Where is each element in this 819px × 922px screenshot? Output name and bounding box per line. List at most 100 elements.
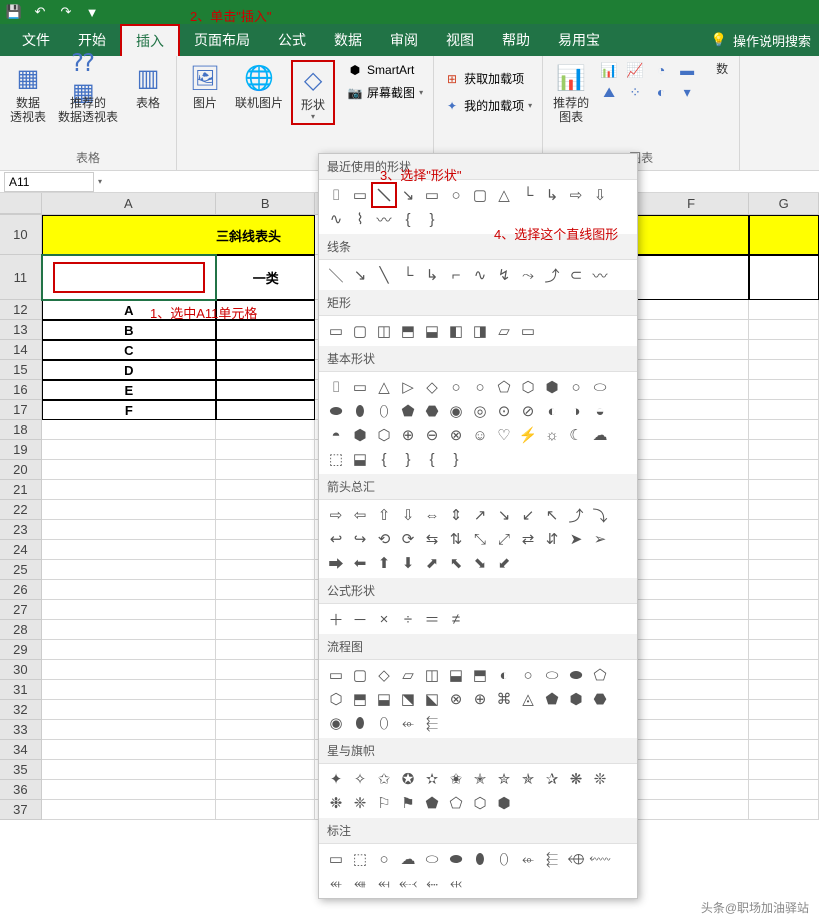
shape-item[interactable]: ▢: [349, 320, 371, 342]
smartart-button[interactable]: ⬢SmartArt: [343, 60, 427, 80]
tab-insert[interactable]: 插入: [120, 24, 180, 56]
l-shape[interactable]: └: [517, 184, 539, 206]
shape-item[interactable]: ▢: [349, 664, 371, 686]
shape-item[interactable]: ✧: [349, 768, 371, 790]
shape-item[interactable]: ⬠: [589, 664, 611, 686]
shape-item[interactable]: ⇕: [445, 504, 467, 526]
shape-item[interactable]: ◎: [469, 400, 491, 422]
shape-item[interactable]: ⬓: [373, 688, 395, 710]
shape-item[interactable]: ↩: [325, 528, 347, 550]
more-chart-icon[interactable]: ▾: [675, 82, 699, 102]
cell-A26[interactable]: [42, 580, 216, 600]
shape-item[interactable]: ⬓: [421, 320, 443, 342]
row-header-26[interactable]: 26: [0, 580, 42, 600]
tab-pagelayout[interactable]: 页面布局: [180, 24, 264, 56]
oval-shape[interactable]: ○: [445, 184, 467, 206]
shape-item[interactable]: ○: [565, 376, 587, 398]
shape-item[interactable]: ⬳: [589, 848, 611, 870]
cell-A37[interactable]: [42, 800, 216, 820]
curve-shape[interactable]: ∿: [325, 208, 347, 230]
cell-F10[interactable]: [634, 215, 749, 255]
shape-item[interactable]: ⌷: [325, 376, 347, 398]
cell-A12[interactable]: A: [42, 300, 216, 320]
textbox-shape[interactable]: ⌷: [325, 184, 347, 206]
shape-item[interactable]: ⤡: [469, 528, 491, 550]
shape-item[interactable]: ◉: [445, 400, 467, 422]
cell-A22[interactable]: [42, 500, 216, 520]
line-chart-icon[interactable]: 📈: [623, 60, 647, 80]
shape-item[interactable]: ⬴: [325, 872, 347, 894]
cell-A21[interactable]: [42, 480, 216, 500]
shape-item[interactable]: ⬬: [445, 848, 467, 870]
shape-item[interactable]: ⊖: [421, 424, 443, 446]
cell-F26[interactable]: [634, 580, 749, 600]
recommended-pivot-button[interactable]: ⁇▦ 推荐的 数据透视表: [54, 60, 122, 126]
shape-item[interactable]: ✫: [421, 768, 443, 790]
shape-item[interactable]: ☼: [541, 424, 563, 446]
tab-yiyongbao[interactable]: 易用宝: [544, 24, 614, 56]
row-header-31[interactable]: 31: [0, 680, 42, 700]
shape-item[interactable]: ❉: [325, 792, 347, 814]
row-header-11[interactable]: 11: [0, 255, 42, 300]
shape-item[interactable]: ⬹: [445, 872, 467, 894]
shape-item[interactable]: ⬡: [517, 376, 539, 398]
shape-item[interactable]: ▭: [325, 320, 347, 342]
shape-item[interactable]: ⬒: [397, 320, 419, 342]
shape-item[interactable]: ◑: [565, 400, 587, 422]
shape-item[interactable]: ◬: [517, 688, 539, 710]
cell-F11[interactable]: [634, 255, 749, 300]
shape-item[interactable]: ➤: [565, 528, 587, 550]
qat-dropdown-icon[interactable]: ▼: [84, 4, 100, 20]
cell-G32[interactable]: [749, 700, 819, 720]
shape-item[interactable]: ×: [373, 608, 395, 630]
cell-F37[interactable]: [634, 800, 749, 820]
shape-item[interactable]: ▭: [517, 320, 539, 342]
row-header-30[interactable]: 30: [0, 660, 42, 680]
cell-F13[interactable]: [634, 320, 749, 340]
cell-G22[interactable]: [749, 500, 819, 520]
shape-item[interactable]: ⮕: [325, 552, 347, 574]
shape-item[interactable]: ⬮: [469, 848, 491, 870]
shape-item[interactable]: ◨: [469, 320, 491, 342]
triangle-shape[interactable]: △: [493, 184, 515, 206]
shape-item[interactable]: }: [445, 448, 467, 470]
shape-item[interactable]: ⬡: [325, 688, 347, 710]
cell-F25[interactable]: [634, 560, 749, 580]
shape-item[interactable]: ⬆: [373, 552, 395, 574]
scatter-chart-icon[interactable]: ⁘: [623, 82, 647, 102]
shape-item[interactable]: ▷: [397, 376, 419, 398]
cell-G36[interactable]: [749, 780, 819, 800]
tell-me-search[interactable]: 💡 操作说明搜索: [711, 31, 811, 50]
shape-item[interactable]: ⇧: [373, 504, 395, 526]
cell-B19[interactable]: [216, 440, 316, 460]
cell-B18[interactable]: [216, 420, 316, 440]
cell-F22[interactable]: [634, 500, 749, 520]
cell-G23[interactable]: [749, 520, 819, 540]
shape-item[interactable]: ⊕: [397, 424, 419, 446]
shape-item[interactable]: ⬡: [373, 424, 395, 446]
arrow-line-shape[interactable]: ↘: [397, 184, 419, 206]
shape-item[interactable]: ↗: [469, 504, 491, 526]
cell-F27[interactable]: [634, 600, 749, 620]
cell-B30[interactable]: [216, 660, 316, 680]
row-header-32[interactable]: 32: [0, 700, 42, 720]
undo-icon[interactable]: ↶: [32, 4, 48, 20]
cell-A14[interactable]: C: [42, 340, 216, 360]
shape-item[interactable]: ⬒: [469, 664, 491, 686]
cell-G35[interactable]: [749, 760, 819, 780]
picture-button[interactable]: 🖼 图片: [183, 60, 227, 112]
cell-A34[interactable]: [42, 740, 216, 760]
shape-item[interactable]: ◐: [541, 400, 563, 422]
cell-G18[interactable]: [749, 420, 819, 440]
shape-item[interactable]: ⇆: [421, 528, 443, 550]
cell-B22[interactable]: [216, 500, 316, 520]
cell-G17[interactable]: [749, 400, 819, 420]
shape-item[interactable]: ◫: [373, 320, 395, 342]
shape-item[interactable]: ↖: [541, 504, 563, 526]
shape-item[interactable]: ⬋: [493, 552, 515, 574]
tab-data[interactable]: 数据: [320, 24, 376, 56]
cell-B13[interactable]: [216, 320, 316, 340]
shape-item[interactable]: ⬭: [421, 848, 443, 870]
shape-item[interactable]: ⚑: [397, 792, 419, 814]
cell-F12[interactable]: [634, 300, 749, 320]
